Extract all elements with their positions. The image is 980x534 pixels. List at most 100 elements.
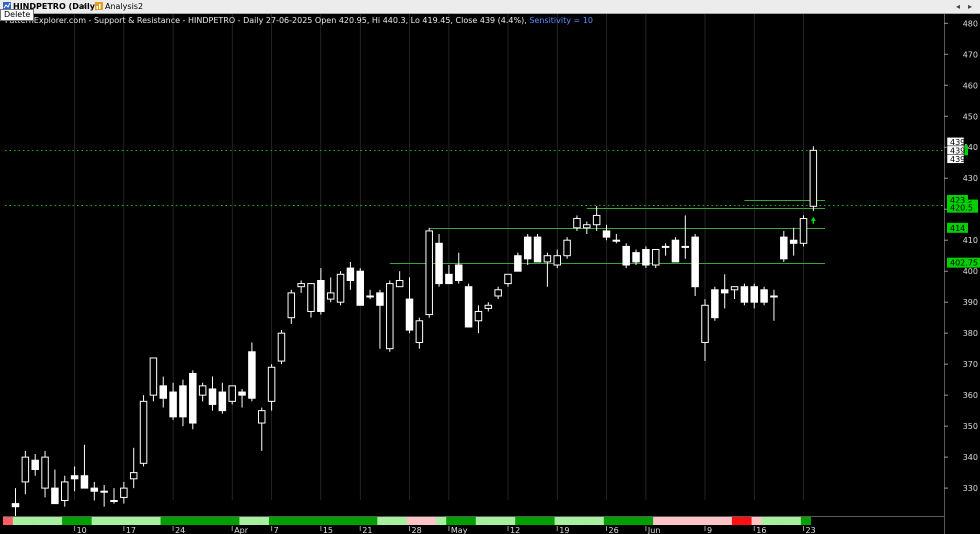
- candle-body-bearish: [31, 459, 39, 471]
- trend-band-segment: [722, 517, 733, 525]
- x-tick-label: 12: [510, 526, 520, 534]
- candle-body-bearish: [760, 289, 768, 303]
- y-tick-label: 410: [963, 236, 978, 245]
- trend-band-segment: [239, 517, 250, 525]
- sensitivity-label: Sensitivity = 10: [529, 16, 593, 25]
- x-tick-label: 9: [707, 526, 712, 534]
- trend-band-segment: [62, 517, 73, 525]
- candle-body-bearish: [11, 503, 20, 508]
- y-tick-label: 380: [963, 329, 978, 338]
- trend-band-segment: [42, 517, 53, 525]
- trend-band-segment: [672, 517, 683, 525]
- candle-body-bullish: [395, 279, 404, 288]
- trend-band-segment: [111, 517, 122, 525]
- x-tick-label: Jun: [647, 526, 661, 534]
- candle-body-bearish: [740, 286, 749, 303]
- candle-body-bearish: [632, 252, 640, 263]
- candle-body-bearish: [642, 249, 650, 266]
- trend-band-segment: [170, 517, 181, 525]
- trend-band-segment: [229, 517, 240, 525]
- candle-body-bullish: [21, 456, 30, 483]
- trend-band-segment: [525, 517, 536, 525]
- price-chart[interactable]: 3303403503603703803904004104204304404504…: [0, 0, 980, 534]
- candle-body-bearish: [317, 279, 325, 312]
- candle-body-bearish: [445, 273, 453, 285]
- chart-title-text: PatternExplorer.com - Support & Resistan…: [5, 16, 525, 25]
- last-price-tag-label: 439: [950, 155, 965, 164]
- trend-band-segment: [544, 517, 555, 525]
- trend-band-segment: [534, 517, 546, 525]
- candle-body-bearish: [750, 286, 758, 303]
- trend-band-segment: [465, 517, 477, 525]
- trend-band-segment: [288, 517, 299, 525]
- trend-band-segment: [643, 517, 654, 525]
- y-tick-label: 390: [963, 298, 978, 307]
- candle-body-bullish: [474, 310, 483, 322]
- trend-band-segment: [426, 517, 437, 525]
- candle-body-bullish: [258, 410, 266, 424]
- x-tick-label: 21: [362, 526, 372, 534]
- candle-body-bearish: [248, 351, 256, 399]
- trend-band-segment: [337, 517, 349, 525]
- y-tick-label: 450: [963, 112, 978, 121]
- trend-band-segment: [377, 517, 388, 525]
- y-tick-label: 470: [963, 50, 978, 59]
- x-tick-label: 7: [274, 526, 279, 534]
- candle-body-bullish: [553, 255, 561, 266]
- candle-body-bullish: [110, 500, 118, 503]
- x-tick-label: 10: [77, 526, 87, 534]
- candle-body-bullish: [267, 366, 276, 402]
- candle-body-bearish: [70, 475, 79, 480]
- x-tick-label: 26: [609, 526, 619, 534]
- trend-band-segment: [564, 517, 575, 525]
- trend-band-segment: [475, 517, 486, 525]
- trend-band-segment: [554, 517, 565, 525]
- trend-band-segment: [318, 517, 329, 525]
- candle-body-bullish: [809, 149, 818, 207]
- trend-band-segment: [791, 517, 802, 525]
- trend-band-segment: [485, 517, 496, 525]
- sr-price-tag-label: 420.5: [950, 204, 973, 213]
- trend-band-segment: [495, 517, 506, 525]
- trend-band-segment: [761, 517, 772, 525]
- trend-band-segment: [594, 517, 605, 525]
- trend-band-segment: [278, 517, 289, 525]
- candle-body-bullish: [494, 289, 502, 297]
- sr-price-tag-label: 402.75: [950, 259, 978, 268]
- candle-body-bearish: [159, 385, 167, 399]
- trend-band-segment: [367, 517, 378, 525]
- candle-body-bearish: [533, 236, 542, 263]
- trend-band-segment: [131, 517, 142, 525]
- candle-body-bullish: [366, 295, 374, 298]
- candle-body-bearish: [80, 475, 89, 489]
- trend-band-segment: [692, 517, 703, 525]
- trend-band-segment: [3, 517, 14, 525]
- candle-body-bearish: [455, 264, 463, 281]
- x-tick-label: 28: [412, 526, 422, 534]
- y-tick-label: 330: [963, 484, 978, 493]
- trend-band-segment: [200, 517, 211, 525]
- candle-body-bullish: [100, 490, 108, 493]
- trend-band-segment: [603, 517, 614, 525]
- trend-band-segment: [12, 517, 23, 525]
- trend-band-segment: [81, 517, 92, 525]
- candle-body-bearish: [622, 245, 630, 266]
- candle-body-bullish: [277, 332, 286, 362]
- candle-body-bullish: [799, 218, 808, 244]
- candle-body-bullish: [583, 224, 591, 229]
- trend-band-segment: [771, 517, 782, 525]
- candle-body-bearish: [356, 270, 364, 306]
- y-tick-label: 400: [963, 267, 978, 276]
- candle-body-bullish: [661, 245, 670, 248]
- trend-band-segment: [121, 517, 132, 525]
- trend-band-segment: [22, 517, 33, 525]
- trend-band-segment: [180, 517, 191, 525]
- y-tick-label: 480: [963, 19, 978, 28]
- trend-band-segment: [209, 517, 220, 525]
- candle-body-bearish: [376, 292, 384, 306]
- y-tick-label: 430: [963, 174, 978, 183]
- candle-body-bearish: [711, 289, 719, 319]
- chart-title: PatternExplorer.com - Support & Resistan…: [5, 16, 593, 25]
- x-tick-label: 17: [126, 526, 136, 534]
- candle-body-bullish: [297, 283, 305, 288]
